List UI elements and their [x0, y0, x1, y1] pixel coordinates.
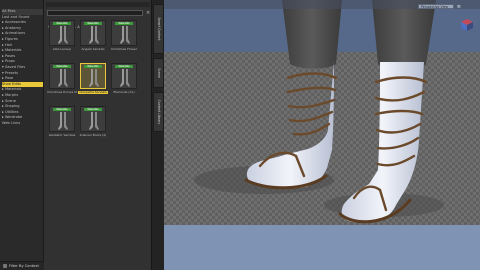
asset-label: Christmas Pumps M — [47, 90, 77, 94]
viewport-floor — [164, 225, 480, 270]
type-badge: Wearable — [53, 65, 71, 68]
left-pant-leg — [282, 0, 342, 69]
asset-label: Cleopatra Sandals — [78, 90, 108, 95]
shoe-preview-icon — [58, 69, 68, 87]
content-toolbar — [46, 2, 150, 7]
filter-label: Filter By Context — [9, 263, 39, 268]
asset-thumbnail[interactable]: Wearable — [80, 63, 106, 89]
vertical-tab[interactable]: Content Library — [153, 92, 164, 132]
asset-label: Christmas Flower — [110, 47, 137, 51]
asset-label: Gladiator Sandals — [48, 133, 76, 137]
vertical-tab-label: Smart Content — [156, 17, 161, 41]
asset-thumbnail[interactable]: Wearable — [49, 106, 75, 132]
type-badge: Wearable — [115, 65, 133, 68]
type-badge: Wearable — [84, 108, 102, 111]
asset-label: Knaiven Boots (2) — [79, 133, 107, 137]
asset-thumbnail[interactable]: Wearable — [111, 63, 137, 89]
navigation-cube-icon[interactable] — [460, 18, 474, 32]
filter-by-context[interactable]: Filter By Context — [0, 261, 44, 270]
shoe-preview-icon — [120, 69, 130, 87]
asset-thumbnail[interactable]: Wearable — [49, 63, 75, 89]
shoe-preview-icon — [89, 112, 99, 130]
type-badge: Wearable — [84, 22, 102, 25]
shoe-preview-icon — [120, 26, 130, 44]
content-grid-panel: × Sort by: Name - A to Z WearableAlba La… — [44, 0, 151, 270]
scene-render[interactable] — [164, 0, 480, 270]
type-badge: Wearable — [115, 22, 133, 25]
shoe-preview-icon — [89, 26, 99, 44]
vertical-tab-strip: Smart Content Scene Content Library — [151, 0, 164, 270]
shoe-preview-icon — [89, 69, 99, 87]
vertical-tab-label: Scene — [156, 68, 161, 78]
right-pant-leg — [372, 0, 436, 70]
vertical-tab-label: Content Library — [156, 99, 161, 125]
daz-studio-window: Filter By Context All Files Lost and Foun… — [0, 0, 480, 270]
viewport-menu-icon[interactable]: ≡ — [457, 4, 461, 10]
close-icon[interactable]: × — [146, 10, 150, 16]
asset-label: Elements (CL) — [113, 90, 135, 94]
type-badge: Wearable — [84, 65, 102, 68]
tree-item[interactable]: Web Links — [2, 121, 43, 127]
asset-label: Angela Sandals — [81, 47, 105, 51]
type-badge: Wearable — [53, 108, 71, 111]
camera-dropdown[interactable]: Perspective View — [418, 4, 454, 9]
vertical-tab[interactable]: Smart Content — [153, 4, 164, 54]
shoe-preview-icon — [58, 112, 68, 130]
checkbox-icon[interactable] — [3, 264, 7, 268]
asset-label: Alba Laceup — [52, 47, 72, 51]
vertical-tab[interactable]: Scene — [153, 58, 164, 88]
search-input[interactable] — [47, 10, 143, 16]
3d-viewport[interactable]: Perspective View ≡ — [164, 0, 480, 270]
asset-thumbnail[interactable]: Wearable — [111, 20, 137, 46]
asset-thumbnail[interactable]: Wearable — [80, 106, 106, 132]
asset-thumbnail[interactable]: Wearable — [80, 20, 106, 46]
type-badge: Wearable — [53, 22, 71, 25]
shoe-preview-icon — [58, 26, 68, 44]
asset-thumbnail[interactable]: Wearable — [49, 20, 75, 46]
category-tree: Filter By Context All Files Lost and Foun… — [0, 0, 44, 270]
